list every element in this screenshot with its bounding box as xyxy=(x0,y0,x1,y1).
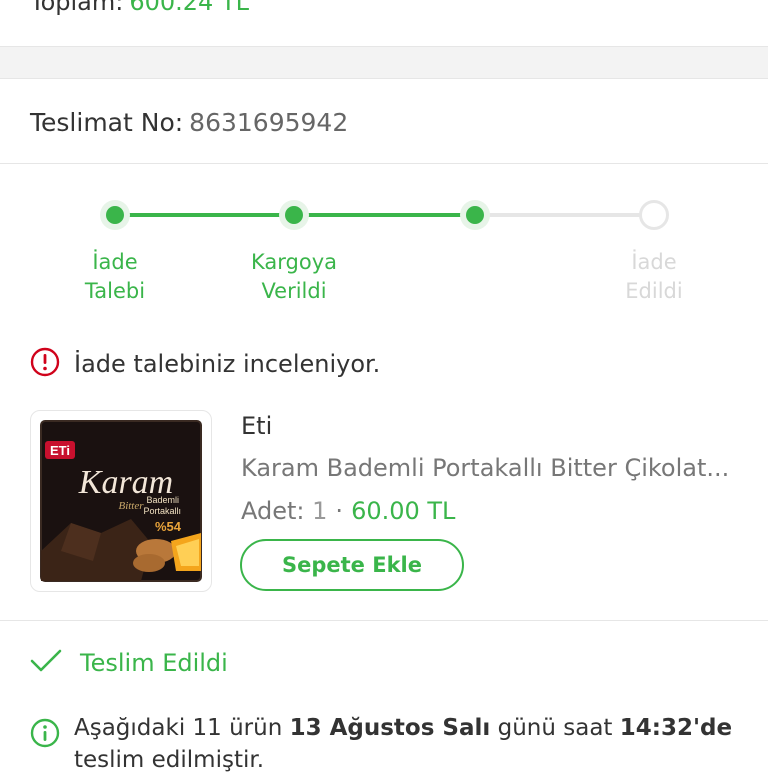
step-label-returned: İade Edildi xyxy=(625,250,683,303)
add-to-cart-button[interactable]: Sepete Ekle xyxy=(240,539,464,591)
product-image[interactable]: ETi Karam Bitter Bademli Portakallı %54 xyxy=(30,410,212,592)
separator: · xyxy=(335,497,344,525)
step-dot-in-transit xyxy=(460,200,490,230)
quantity-value: 1 xyxy=(312,497,328,525)
alert-circle-icon xyxy=(30,347,60,381)
product-price: 60.00 TL xyxy=(351,497,456,525)
step-dot-returned xyxy=(639,200,669,230)
return-notice-text: İade talebiniz inceleniyor. xyxy=(74,350,381,378)
order-total-label: Toplam: xyxy=(30,0,124,16)
return-progress-stepper: İade Talebi Kargoya Verildi İade Edildi xyxy=(0,180,768,320)
divider xyxy=(0,620,768,621)
delivery-number-value: 8631695942 xyxy=(189,108,349,137)
divider xyxy=(0,163,768,164)
delivery-status: Teslim Edildi xyxy=(30,648,228,678)
info-circle-icon xyxy=(30,718,60,776)
delivery-number-label: Teslimat No: xyxy=(30,108,184,137)
order-total-value: 600.24 TL xyxy=(129,0,249,16)
delivery-number: Teslimat No: 8631695942 xyxy=(30,108,348,137)
return-notice: İade talebiniz inceleniyor. xyxy=(30,344,380,384)
order-total: Toplam: 600.24 TL xyxy=(30,0,249,16)
thumb-flavor-2: Portakallı xyxy=(143,506,181,516)
thumb-flavor-1: Bademli xyxy=(146,495,179,505)
step-dot-shipped xyxy=(279,200,309,230)
thumb-subtitle: Bitter xyxy=(118,500,144,512)
delivery-info-text: Aşağıdaki 11 ürün 13 Ağustos Salı günü s… xyxy=(74,715,733,773)
delivery-status-text: Teslim Edildi xyxy=(80,649,228,677)
thumb-logo: ETi xyxy=(50,443,70,458)
product-name[interactable]: Karam Bademli Portakallı Bitter Çikolat.… xyxy=(241,454,741,482)
delivery-info: Aşağıdaki 11 ürün 13 Ağustos Salı günü s… xyxy=(30,712,750,776)
order-summary-card: Toplam: 600.24 TL xyxy=(0,0,768,47)
progress-track-pending xyxy=(475,213,655,217)
checkmark-icon xyxy=(30,648,62,678)
section-gap xyxy=(0,47,768,79)
product-quantity-price: Adet: 1 · 60.00 TL xyxy=(241,497,455,525)
quantity-label: Adet: xyxy=(241,497,305,525)
step-label-return-request: İade Talebi xyxy=(84,250,146,303)
step-dot-return-request xyxy=(100,200,130,230)
product-brand: Eti xyxy=(241,412,273,440)
thumb-percent: %54 xyxy=(155,519,182,534)
step-label-shipped: Kargoya Verildi xyxy=(250,250,337,303)
